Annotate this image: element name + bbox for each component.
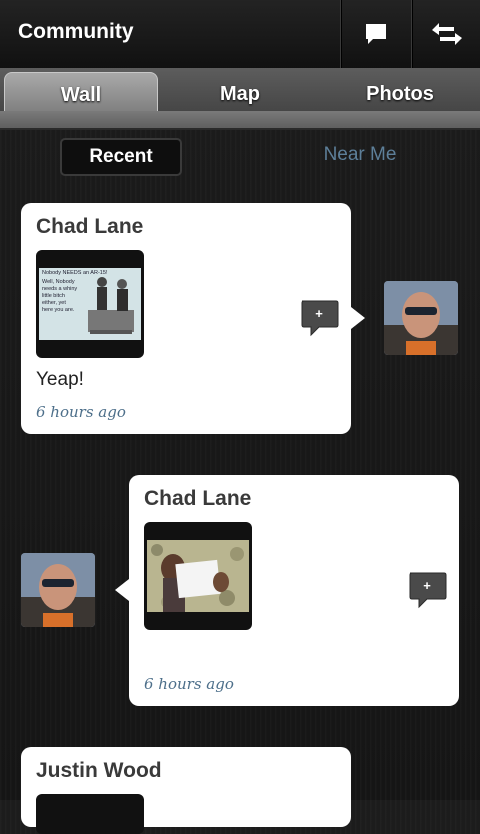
- refresh-icon: [431, 23, 462, 45]
- meme-illustration: [88, 277, 134, 334]
- filter-near-me-button[interactable]: Near Me: [300, 138, 420, 172]
- post-image[interactable]: Nobody NEEDS an AR-15! Well, Nobody need…: [36, 250, 144, 358]
- comment-add-icon: +: [409, 572, 447, 609]
- photo-image-icon: [147, 540, 249, 612]
- post-card[interactable]: Chad Lane Nobody NEEDS an AR-15! Well, N…: [21, 203, 351, 434]
- avatar-photo: [21, 553, 95, 627]
- post-card[interactable]: Chad Lane 6 hours ago +: [129, 475, 459, 706]
- filter-row: Recent Near Me: [0, 130, 480, 182]
- post-image[interactable]: [36, 794, 144, 834]
- post-message: Yeap!: [36, 369, 84, 390]
- tab-map[interactable]: Map: [165, 72, 315, 116]
- comment-add-label: +: [315, 306, 323, 321]
- post-author: Chad Lane: [144, 487, 252, 510]
- page-title: Community: [18, 20, 134, 43]
- avatar[interactable]: [384, 281, 458, 355]
- post-author: Chad Lane: [36, 215, 144, 238]
- post-pointer: [115, 579, 129, 601]
- comment-add-label: +: [423, 578, 431, 593]
- meme-image-icon: Nobody NEEDS an AR-15! Well, Nobody need…: [39, 268, 141, 340]
- post-pointer: [351, 307, 365, 329]
- post-card[interactable]: Justin Wood: [21, 747, 351, 834]
- add-comment-button[interactable]: +: [299, 298, 339, 338]
- avatar[interactable]: [21, 553, 95, 627]
- filter-recent-button[interactable]: Recent: [60, 138, 182, 176]
- add-comment-button[interactable]: +: [407, 570, 447, 610]
- comment-icon: [366, 24, 386, 44]
- action-bar: Community: [0, 0, 480, 69]
- compose-comment-button[interactable]: [340, 0, 411, 68]
- post-author: Justin Wood: [36, 759, 162, 782]
- tab-underline: [0, 111, 480, 128]
- tab-photos[interactable]: Photos: [324, 72, 476, 116]
- post-timestamp: 6 hours ago: [36, 403, 126, 421]
- photo-illustration: [147, 540, 249, 612]
- post-timestamp: 6 hours ago: [144, 675, 234, 693]
- post-image[interactable]: [144, 522, 252, 630]
- comment-add-icon: +: [301, 300, 339, 337]
- refresh-button[interactable]: [411, 0, 480, 68]
- avatar-photo: [384, 281, 458, 355]
